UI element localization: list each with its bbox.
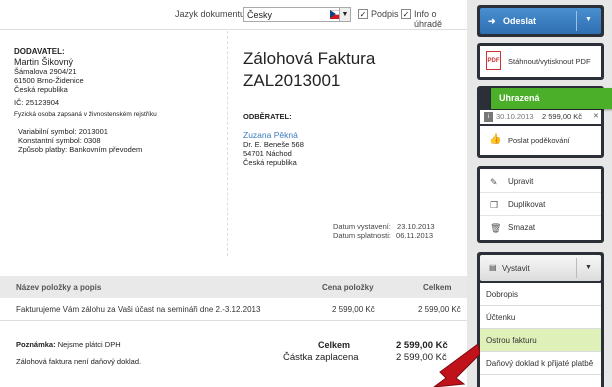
table-row: Fakturujeme Vám zálohu za Vaši účast na … <box>0 298 467 321</box>
customer-block: ODBĚRATEL: Zuzana Pěkná Dr. E. Beneše 56… <box>243 112 304 167</box>
pdf-label: Stáhnout/vytisknout PDF <box>508 57 591 66</box>
item-total: 2 599,00 Kč <box>418 305 461 314</box>
constant-symbol: Konstantní symbol: 0308 <box>18 136 101 145</box>
divider <box>576 11 577 31</box>
paid-panel: Uhrazená i 30.10.2013 2 599,00 Kč ✕ 👍 Po… <box>477 86 612 158</box>
item-price: 2 599,00 Kč <box>332 305 375 314</box>
chevron-down-icon[interactable]: ▼ <box>585 264 592 271</box>
items-table-header: Název položky a popis Cena položky Celke… <box>0 276 467 298</box>
arrow-right-icon: ➜ <box>488 16 496 26</box>
edit-button[interactable]: ✎ Upravit <box>480 171 601 193</box>
menu-item-tax-document[interactable]: Daňový doklad k přijaté platbě <box>480 352 601 375</box>
payment-amount: 2 599,00 Kč <box>542 112 583 121</box>
customer-name[interactable]: Zuzana Pěkná <box>243 131 304 140</box>
document-icon: ▤ <box>489 263 497 272</box>
customer-city: 54701 Náchod <box>243 149 292 158</box>
note-label: Poznámka: <box>16 340 56 349</box>
send-label: Odeslat <box>503 16 537 26</box>
item-description: Fakturujeme Vám zálohu za Vaši účast na … <box>16 305 261 314</box>
supplier-heading: DODAVATEL: <box>14 47 65 56</box>
signature-label: Podpis <box>371 9 399 19</box>
menu-item-final-invoice[interactable]: Ostrou fakturu <box>480 329 601 352</box>
issue-label: Vystavit <box>502 264 530 273</box>
due-value: 06.11.2013 <box>396 231 434 240</box>
copy-icon: ❐ <box>490 200 499 210</box>
divider <box>576 258 577 278</box>
invoice-number: ZAL2013001 <box>243 71 341 90</box>
actions-list: ✎ Upravit ❐ Duplikovat 🗑 Smazat <box>480 169 601 240</box>
pointer-arrow-icon <box>433 344 480 387</box>
note-block: Poznámka: Nejsme plátci DPH Zálohová fak… <box>16 340 141 366</box>
payment-symbols: Variabilní symbol: 2013001 Konstantní sy… <box>18 127 142 154</box>
note-line: Zálohová faktura není daňový doklad. <box>16 357 142 366</box>
duplicate-button[interactable]: ❐ Duplikovat <box>480 194 601 216</box>
info-icon: i <box>484 112 493 122</box>
signature-checkbox[interactable]: ✓ <box>358 9 368 19</box>
document-toolbar: Jazyk dokumentu Česky ▼ ✓ Podpis ✓ Info … <box>0 0 467 30</box>
language-select[interactable]: Česky <box>243 7 348 22</box>
chevron-down-icon[interactable]: ▼ <box>339 7 351 22</box>
pdf-panel: PDF Stáhnout/vytisknout PDF <box>477 43 604 80</box>
duplicate-label: Duplikovat <box>508 200 546 209</box>
menu-item-credit-note[interactable]: Dobropis <box>480 283 601 306</box>
supplier-register-note: Fyzická osoba zapsaná v živnostenském re… <box>14 111 157 118</box>
chevron-down-icon[interactable]: ▼ <box>585 16 592 23</box>
trash-icon: 🗑 <box>490 223 502 233</box>
pdf-button[interactable]: PDF Stáhnout/vytisknout PDF <box>480 46 601 77</box>
issue-button[interactable]: ▤ Vystavit ▼ <box>480 255 601 281</box>
supplier-ic: IČ: 25123904 <box>14 98 60 107</box>
send-thanks-button[interactable]: 👍 Poslat poděkování <box>480 126 601 155</box>
invoice-document: DODAVATEL: Martin Šikovný Šámalova 2904/… <box>0 31 467 387</box>
sidebar: ➜ Odeslat ▼ PDF Stáhnout/vytisknout PDF … <box>467 0 612 387</box>
issue-menu: Dobropis Účtenku Ostrou fakturu Daňový d… <box>480 283 601 387</box>
issue-panel: ▤ Vystavit ▼ Dobropis Účtenku Ostrou fak… <box>477 252 604 387</box>
issued-label: Datum vystavení: <box>333 222 391 231</box>
delete-button[interactable]: 🗑 Smazat <box>480 217 601 239</box>
dates-block: Datum vystavení: 23.10.2013 Datum splatn… <box>333 222 435 240</box>
payment-info-checkbox[interactable]: ✓ <box>401 9 411 19</box>
edit-label: Upravit <box>508 177 534 186</box>
note-value: Nejsme plátci DPH <box>57 340 121 349</box>
payment-record: i 30.10.2013 2 599,00 Kč ✕ <box>480 110 601 124</box>
column-header: Celkem <box>423 283 452 292</box>
column-header: Název položky a popis <box>16 283 102 292</box>
payment-info-label: Info o úhradě <box>414 9 443 29</box>
total-label: Celkem <box>318 340 351 350</box>
close-icon[interactable]: ✕ <box>593 110 599 124</box>
supplier-name: Martin Šikovný <box>14 57 74 67</box>
supplier-country: Česká republika <box>14 85 68 94</box>
due-label: Datum splatnosti: <box>333 231 391 240</box>
customer-country: Česká republika <box>243 158 297 167</box>
send-thanks-label: Poslat poděkování <box>508 136 570 145</box>
customer-heading: ODBĚRATEL: <box>243 112 292 121</box>
payment-date: 30.10.2013 <box>496 112 534 121</box>
pdf-icon: PDF <box>486 51 501 70</box>
menu-item-receipt[interactable]: Účtenku <box>480 306 601 329</box>
send-panel: ➜ Odeslat ▼ <box>477 5 604 37</box>
payment-method: Způsob platby: Bankovním převodem <box>18 145 143 154</box>
vertical-divider <box>227 31 228 256</box>
thumbs-up-icon: 👍 <box>489 134 502 145</box>
variable-symbol: Variabilní symbol: 2013001 <box>18 127 108 136</box>
paid-banner-label: Uhrazená <box>499 93 540 103</box>
supplier-block: DODAVATEL: Martin Šikovný Šámalova 2904/… <box>14 47 214 118</box>
column-header: Cena položky <box>322 283 374 292</box>
paid-status-badge: Uhrazená <box>491 88 612 109</box>
issued-value: 23.10.2013 <box>397 222 435 231</box>
supplier-city: 61500 Brno-Židenice <box>14 76 84 85</box>
supplier-street: Šámalova 2904/21 <box>14 67 77 76</box>
actions-panel: ✎ Upravit ❐ Duplikovat 🗑 Smazat <box>477 166 604 243</box>
pencil-icon: ✎ <box>490 177 498 187</box>
delete-label: Smazat <box>508 223 536 232</box>
send-button[interactable]: ➜ Odeslat ▼ <box>480 8 601 34</box>
invoice-title: Zálohová Faktura <box>243 49 376 68</box>
language-label: Jazyk dokumentu <box>175 9 246 19</box>
customer-street: Dr. E. Beneše 568 <box>243 140 304 149</box>
language-value: Česky <box>247 10 273 20</box>
paid-label: Částka zaplacena <box>283 352 359 363</box>
